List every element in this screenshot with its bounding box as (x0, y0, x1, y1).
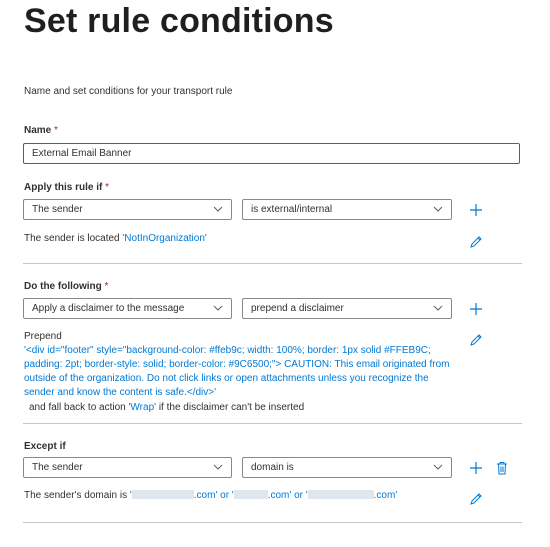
disclaimer-line: sender and know the content is safe.</di… (24, 387, 217, 398)
action-select[interactable]: Apply a disclaimer to the message (23, 298, 232, 319)
fallback-text: and fall back to action 'Wrap' if the di… (29, 402, 304, 413)
apply-if-summary-prefix: The sender is located (24, 233, 123, 244)
add-icon[interactable] (469, 302, 483, 316)
sub-action-value: prepend a disclaimer (251, 303, 344, 314)
domain-separator: .com' or ' (267, 490, 308, 501)
disclaimer-line: outside of the organization. Do not clic… (24, 373, 429, 384)
chevron-down-icon (433, 464, 443, 470)
redacted-domain (233, 490, 268, 499)
prepend-label: Prepend (24, 331, 62, 342)
action-value: Apply a disclaimer to the message (32, 303, 185, 314)
fallback-prefix: and fall back to action (29, 402, 129, 413)
except-if-condition-select[interactable]: The sender (23, 457, 232, 478)
required-mark: * (105, 182, 110, 193)
required-mark: * (104, 281, 109, 292)
disclaimer-text-link[interactable]: '<div id="footer" style="background-colo… (24, 344, 464, 400)
delete-icon[interactable] (495, 461, 509, 475)
apply-if-label-text: Apply this rule if (24, 182, 103, 193)
redacted-domain (131, 490, 194, 499)
name-label-text: Name (24, 125, 52, 136)
apply-if-operator-value: is external/internal (251, 204, 333, 215)
apply-if-summary: The sender is located 'NotInOrganization… (24, 233, 207, 244)
fallback-action-link[interactable]: 'Wrap' (129, 402, 157, 413)
required-mark: * (54, 125, 58, 136)
except-if-operator-select[interactable]: domain is (242, 457, 452, 478)
redacted-domain (307, 490, 374, 499)
page-description: Name and set conditions for your transpo… (24, 86, 233, 97)
chevron-down-icon (433, 206, 443, 212)
section-divider (23, 522, 522, 523)
except-if-domains-link[interactable]: '.com' or '.com' or '.com' (130, 490, 397, 501)
edit-icon[interactable] (469, 492, 483, 506)
apply-if-condition-select[interactable]: The sender (23, 199, 232, 220)
disclaimer-line: padding: 2pt; border-style: solid; borde… (24, 359, 450, 370)
apply-if-condition-value: The sender (32, 204, 83, 215)
edit-icon[interactable] (469, 333, 483, 347)
section-divider (23, 263, 522, 264)
name-label: Name * (24, 125, 58, 136)
domain-separator: .com' or ' (193, 490, 234, 501)
disclaimer-line: '<div id="footer" style="background-colo… (24, 345, 431, 356)
except-if-summary: The sender's domain is '.com' or '.com' … (24, 490, 397, 501)
except-if-condition-value: The sender (32, 462, 83, 473)
do-following-label: Do the following * (24, 281, 108, 292)
sub-action-select[interactable]: prepend a disclaimer (242, 298, 452, 319)
fallback-suffix: if the disclaimer can't be inserted (156, 402, 305, 413)
edit-icon[interactable] (469, 235, 483, 249)
chevron-down-icon (213, 206, 223, 212)
except-if-summary-prefix: The sender's domain is (24, 490, 130, 501)
apply-if-label: Apply this rule if * (24, 182, 109, 193)
rule-name-input[interactable]: External Email Banner (23, 143, 520, 164)
domain-separator: .com' (373, 490, 398, 501)
add-icon[interactable] (469, 461, 483, 475)
chevron-down-icon (213, 464, 223, 470)
section-divider (23, 423, 522, 424)
except-if-label: Except if (24, 441, 66, 452)
chevron-down-icon (213, 305, 223, 311)
apply-if-summary-link[interactable]: 'NotInOrganization' (122, 233, 206, 244)
apply-if-operator-select[interactable]: is external/internal (242, 199, 452, 220)
page-title: Set rule conditions (24, 2, 334, 40)
chevron-down-icon (433, 305, 443, 311)
do-following-label-text: Do the following (24, 281, 102, 292)
add-icon[interactable] (469, 203, 483, 217)
except-if-operator-value: domain is (251, 462, 294, 473)
